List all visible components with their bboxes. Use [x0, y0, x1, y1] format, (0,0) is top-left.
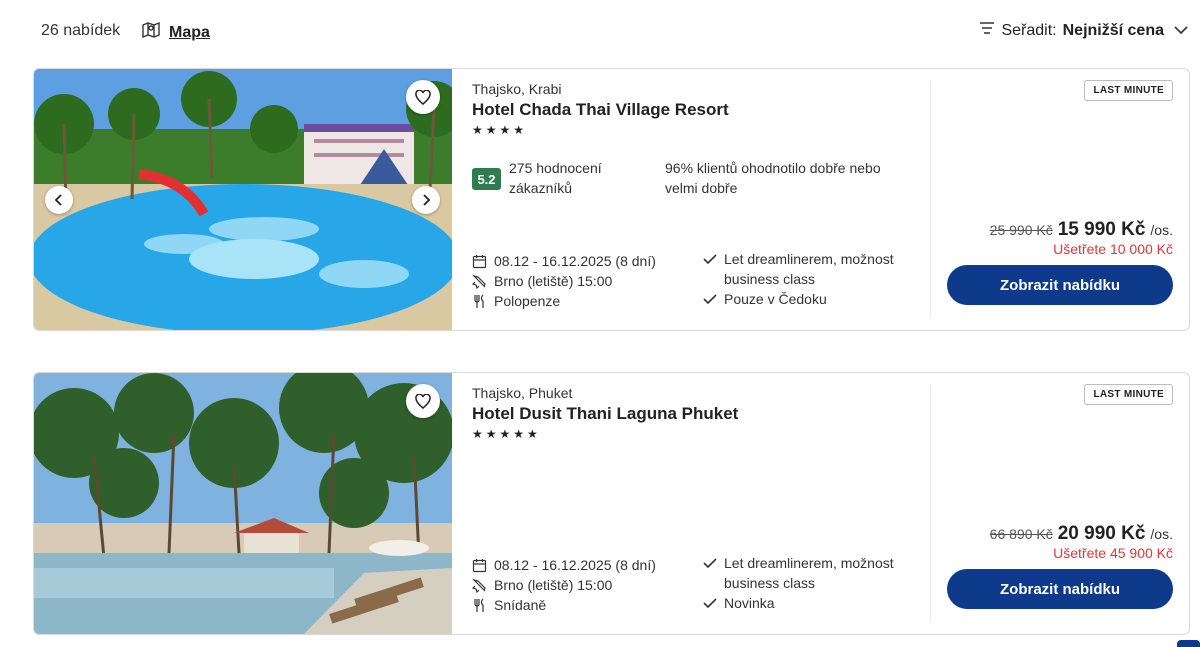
last-minute-badge: LAST MINUTE [1084, 80, 1173, 101]
sort-dropdown[interactable]: Seřadit: Nejnižší cena [979, 21, 1188, 40]
rating-count: 275 hodnocení zákazníků [509, 160, 602, 196]
chevron-down-icon [1174, 22, 1188, 40]
price-section: LAST MINUTE 25 990 Kč 15 990 Kč /os. Uše… [934, 69, 1189, 330]
gallery-next-button[interactable] [412, 186, 440, 214]
check-icon [703, 598, 717, 609]
check-icon [703, 294, 717, 305]
offer-info: Thajsko, Phuket Hotel Dusit Thani Laguna… [472, 373, 932, 634]
calendar-icon [472, 558, 487, 572]
offers-count: 26 nabídek [41, 22, 121, 39]
column-divider [930, 385, 931, 622]
savings-text: Ušetřete 10 000 Kč [1053, 241, 1173, 257]
chevron-left-icon [54, 194, 62, 206]
offer-info: Thajsko, Krabi Hotel Chada Thai Village … [472, 69, 932, 330]
trip-board: Snídaně [472, 597, 546, 613]
savings-text: Ušetřete 45 900 Kč [1053, 545, 1173, 561]
calendar-icon [472, 254, 487, 268]
feature-item: Let dreamlinerem, možnost business class [703, 553, 934, 593]
hotel-photo [34, 373, 452, 634]
per-person-label: /os. [1150, 222, 1173, 238]
plane-icon [472, 578, 486, 593]
price-section: LAST MINUTE 66 890 Kč 20 990 Kč /os. Uše… [934, 373, 1189, 634]
trip-dates: 08.12 - 16.12.2025 (8 dní) [472, 557, 656, 573]
show-offer-button[interactable]: Zobrazit nabídku [947, 569, 1173, 609]
map-label: Mapa [169, 23, 210, 41]
gallery-prev-button[interactable] [45, 186, 73, 214]
trip-departure: Brno (letiště) 15:00 [472, 273, 612, 289]
old-price: 25 990 Kč [989, 222, 1053, 238]
feature-item: Pouze v Čedoku [703, 289, 934, 309]
offer-card[interactable]: Thajsko, Krabi Hotel Chada Thai Village … [33, 68, 1190, 331]
old-price: 66 890 Kč [989, 526, 1053, 542]
trip-board: Polopenze [472, 293, 560, 309]
price-line: 66 890 Kč 20 990 Kč /os. [990, 523, 1173, 545]
sort-value: Nejnižší cena [1062, 21, 1164, 39]
last-minute-badge: LAST MINUTE [1084, 384, 1173, 405]
sort-icon [979, 21, 995, 40]
rating-summary: 96% klientů ohodnotilo dobře nebo velmi … [665, 160, 881, 196]
plane-icon [472, 274, 486, 289]
cutlery-icon [474, 294, 484, 308]
star-rating: ★★★★ [472, 123, 528, 137]
trip-departure: Brno (letiště) 15:00 [472, 577, 612, 593]
map-icon [141, 20, 161, 45]
floating-tab[interactable] [1177, 640, 1200, 647]
hotel-photo [34, 69, 452, 330]
show-offer-button[interactable]: Zobrazit nabídku [947, 265, 1173, 305]
destination: Thajsko, Phuket [472, 385, 573, 401]
offer-card[interactable]: Thajsko, Phuket Hotel Dusit Thani Laguna… [33, 372, 1190, 635]
cutlery-icon [474, 598, 484, 612]
hotel-name[interactable]: Hotel Dusit Thani Laguna Phuket [472, 404, 738, 424]
check-icon [703, 558, 717, 569]
sort-label: Seřadit: [1001, 21, 1057, 39]
heart-icon [415, 89, 431, 105]
feature-item: Let dreamlinerem, možnost business class [703, 249, 934, 289]
feature-item: Novinka [703, 593, 934, 613]
current-price: 20 990 Kč [1057, 523, 1146, 544]
trip-dates: 08.12 - 16.12.2025 (8 dní) [472, 253, 656, 269]
chevron-right-icon [423, 194, 431, 206]
favorite-button[interactable] [406, 80, 440, 114]
column-divider [930, 81, 931, 318]
hotel-name[interactable]: Hotel Chada Thai Village Resort [472, 100, 729, 120]
destination: Thajsko, Krabi [472, 81, 562, 97]
star-rating: ★★★★★ [472, 427, 541, 441]
price-line: 25 990 Kč 15 990 Kč /os. [990, 219, 1173, 241]
check-icon [703, 254, 717, 265]
per-person-label: /os. [1150, 526, 1173, 542]
heart-icon [415, 393, 431, 409]
results-toolbar: 26 nabídek Mapa Seřadit: Nejnižší cena [0, 0, 1200, 64]
current-price: 15 990 Kč [1057, 219, 1146, 240]
map-link[interactable]: Mapa [141, 20, 210, 45]
favorite-button[interactable] [406, 384, 440, 418]
rating-score: 5.2 [472, 168, 501, 190]
